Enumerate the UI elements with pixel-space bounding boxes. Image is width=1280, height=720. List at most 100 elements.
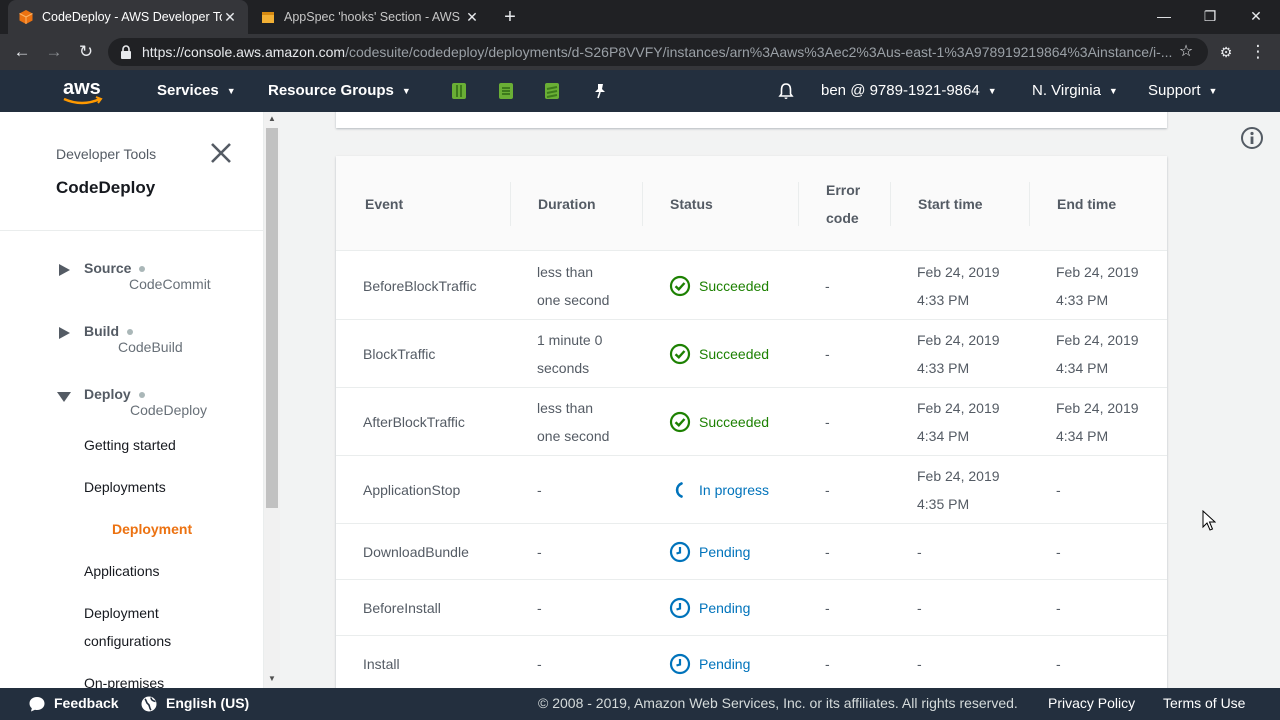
support-menu[interactable]: Support ▼ <box>1148 70 1217 112</box>
sidebar-item-deployments[interactable]: Deployments <box>84 473 166 501</box>
codecommit-pin-icon[interactable] <box>449 81 469 101</box>
aws-cube-icon <box>19 10 33 24</box>
duration-cell-line: less than <box>537 400 594 416</box>
sidebar-item-deployment[interactable]: Deployment <box>112 515 192 543</box>
event-cell-line: Install <box>363 656 400 672</box>
address-bar[interactable]: https://console.aws.amazon.com/codesuite… <box>108 38 1208 66</box>
column-divider <box>510 182 511 226</box>
duration-cell: less than one second <box>537 388 609 456</box>
privacy-policy-link[interactable]: Privacy Policy <box>1048 688 1135 720</box>
start-time-cell: Feb 24, 2019 4:34 PM <box>917 388 1000 456</box>
scroll-down-icon[interactable]: ▼ <box>264 672 280 686</box>
bell-icon[interactable] <box>776 81 796 101</box>
status-dot <box>139 266 146 273</box>
end-time-cell-line: - <box>1056 544 1061 560</box>
column-header-status[interactable]: Status <box>670 176 713 232</box>
services-label: Services <box>157 82 219 99</box>
duration-cell-line: 1 minute 0 <box>537 332 603 348</box>
tab-codedeploy[interactable]: CodeDeploy - AWS Developer Tools ✕ <box>8 0 248 34</box>
tab-title: AppSpec 'hooks' Section - AWS CodeDeploy <box>284 10 464 24</box>
sidebar-scrollbar[interactable]: ▲ ▼ <box>264 112 280 688</box>
sidebar-group-sub: CodeBuild <box>118 339 183 355</box>
chevron-down-icon: ▼ <box>226 86 236 97</box>
close-icon[interactable] <box>208 140 234 166</box>
scroll-up-icon[interactable]: ▲ <box>264 112 280 126</box>
start-time-cell: - <box>917 636 922 688</box>
column-header-error-code[interactable]: Error code <box>826 176 860 232</box>
restore-icon[interactable]: ❐ <box>1198 4 1222 28</box>
status-text: Pending <box>699 544 751 560</box>
scrollbar-thumb[interactable] <box>266 128 278 508</box>
back-icon[interactable]: ← <box>10 40 34 64</box>
sidebar-item-on-premises[interactable]: On-premises <box>84 669 164 688</box>
info-icon[interactable] <box>1240 126 1264 150</box>
column-header-duration[interactable]: Duration <box>538 176 596 232</box>
status-text: Succeeded <box>699 278 770 294</box>
aws-logo-icon[interactable]: aws <box>60 74 104 108</box>
feedback-button[interactable]: Feedback <box>28 688 119 720</box>
reload-icon[interactable]: ↻ <box>74 40 98 64</box>
terms-of-use-link[interactable]: Terms of Use <box>1163 688 1245 720</box>
column-header-end-time[interactable]: End time <box>1057 176 1116 232</box>
error-code-cell: - <box>825 456 830 524</box>
start-time-cell-text: Feb 24, 2019 4:33 PM <box>917 326 1000 382</box>
end-time-cell: Feb 24, 2019 4:34 PM <box>1056 320 1139 388</box>
table-row: BlockTraffic 1 minute 0 seconds Succeeded - F… <box>336 320 1167 388</box>
console-footer: Feedback English (US) © 2008 - 2019, Ama… <box>0 688 1280 720</box>
chevron-down-icon: ▼ <box>401 86 411 97</box>
column-header-event[interactable]: Event <box>365 176 403 232</box>
clock-icon <box>669 653 691 675</box>
event-cell-line: BeforeInstall <box>363 600 441 616</box>
error-code-cell: - <box>825 580 830 636</box>
end-time-cell: - <box>1056 456 1061 524</box>
error-code-cell-line: - <box>825 544 830 560</box>
sidebar-item-applications[interactable]: Applications <box>84 557 160 585</box>
start-time-cell-text: - <box>917 538 922 566</box>
resource-groups-menu[interactable]: Resource Groups ▼ <box>268 70 411 112</box>
services-menu[interactable]: Services ▼ <box>157 70 236 112</box>
sidebar-crumb[interactable]: Developer Tools <box>56 146 156 162</box>
close-icon[interactable]: ✕ <box>464 9 480 26</box>
browser-menu-icon[interactable]: ⋮ <box>1246 40 1270 64</box>
extension-icon[interactable]: ⚙ <box>1214 40 1238 64</box>
column-divider <box>1029 182 1030 226</box>
error-code-cell-text: - <box>825 272 830 300</box>
window-close-icon[interactable]: ✕ <box>1244 4 1268 28</box>
status-badge: Succeeded <box>669 272 769 300</box>
minimize-icon[interactable]: — <box>1152 4 1176 28</box>
sidebar-item-getting-started[interactable]: Getting started <box>84 431 176 459</box>
event-cell-text: BeforeInstall <box>363 594 441 622</box>
forward-icon[interactable]: → <box>42 40 66 64</box>
language-selector[interactable]: English (US) <box>140 688 249 720</box>
codebuild-pin-icon[interactable] <box>496 81 516 101</box>
region-menu[interactable]: N. Virginia ▼ <box>1032 70 1118 112</box>
group-name-text: Build <box>84 323 119 339</box>
event-cell-line: BeforeBlockTraffic <box>363 278 477 294</box>
tab-appspec-hooks[interactable]: AppSpec 'hooks' Section - AWS CodeDeploy… <box>250 0 490 34</box>
start-time-cell: Feb 24, 2019 4:35 PM <box>917 456 1000 524</box>
duration-cell-text: 1 minute 0 seconds <box>537 326 602 382</box>
close-icon[interactable]: ✕ <box>222 9 238 26</box>
browser-toolbar: ← → ↻ https://console.aws.amazon.com/cod… <box>0 34 1280 70</box>
feedback-label: Feedback <box>54 695 119 711</box>
account-menu[interactable]: ben @ 9789-1921-9864 ▼ <box>821 70 997 112</box>
bookmark-star-icon[interactable]: ☆ <box>1176 40 1196 64</box>
start-time-cell-line: - <box>917 544 922 560</box>
start-time-cell-line: 4:35 PM <box>917 496 970 512</box>
table-row: AfterBlockTraffic less than one second Succ… <box>336 388 1167 456</box>
support-label: Support <box>1148 82 1201 99</box>
codedeploy-pin-icon[interactable] <box>542 81 562 101</box>
error-code-cell-text: - <box>825 476 830 504</box>
status-cell: Pending <box>669 580 750 636</box>
event-cell-line: ApplicationStop <box>363 482 461 498</box>
event-cell: BeforeInstall <box>363 580 441 636</box>
new-tab-icon[interactable]: + <box>500 6 520 28</box>
status-cell: Succeeded <box>669 388 769 456</box>
duration-cell-text: less than one second <box>537 394 609 450</box>
column-header-start-time[interactable]: Start time <box>918 176 983 232</box>
status-cell: In progress <box>669 456 769 524</box>
event-cell-line: DownloadBundle <box>363 544 469 560</box>
sidebar-item-deployment-configurations[interactable]: Deployment configurations <box>84 599 171 655</box>
duration-cell-text: - <box>537 538 542 566</box>
pushpin-icon[interactable] <box>590 81 610 101</box>
